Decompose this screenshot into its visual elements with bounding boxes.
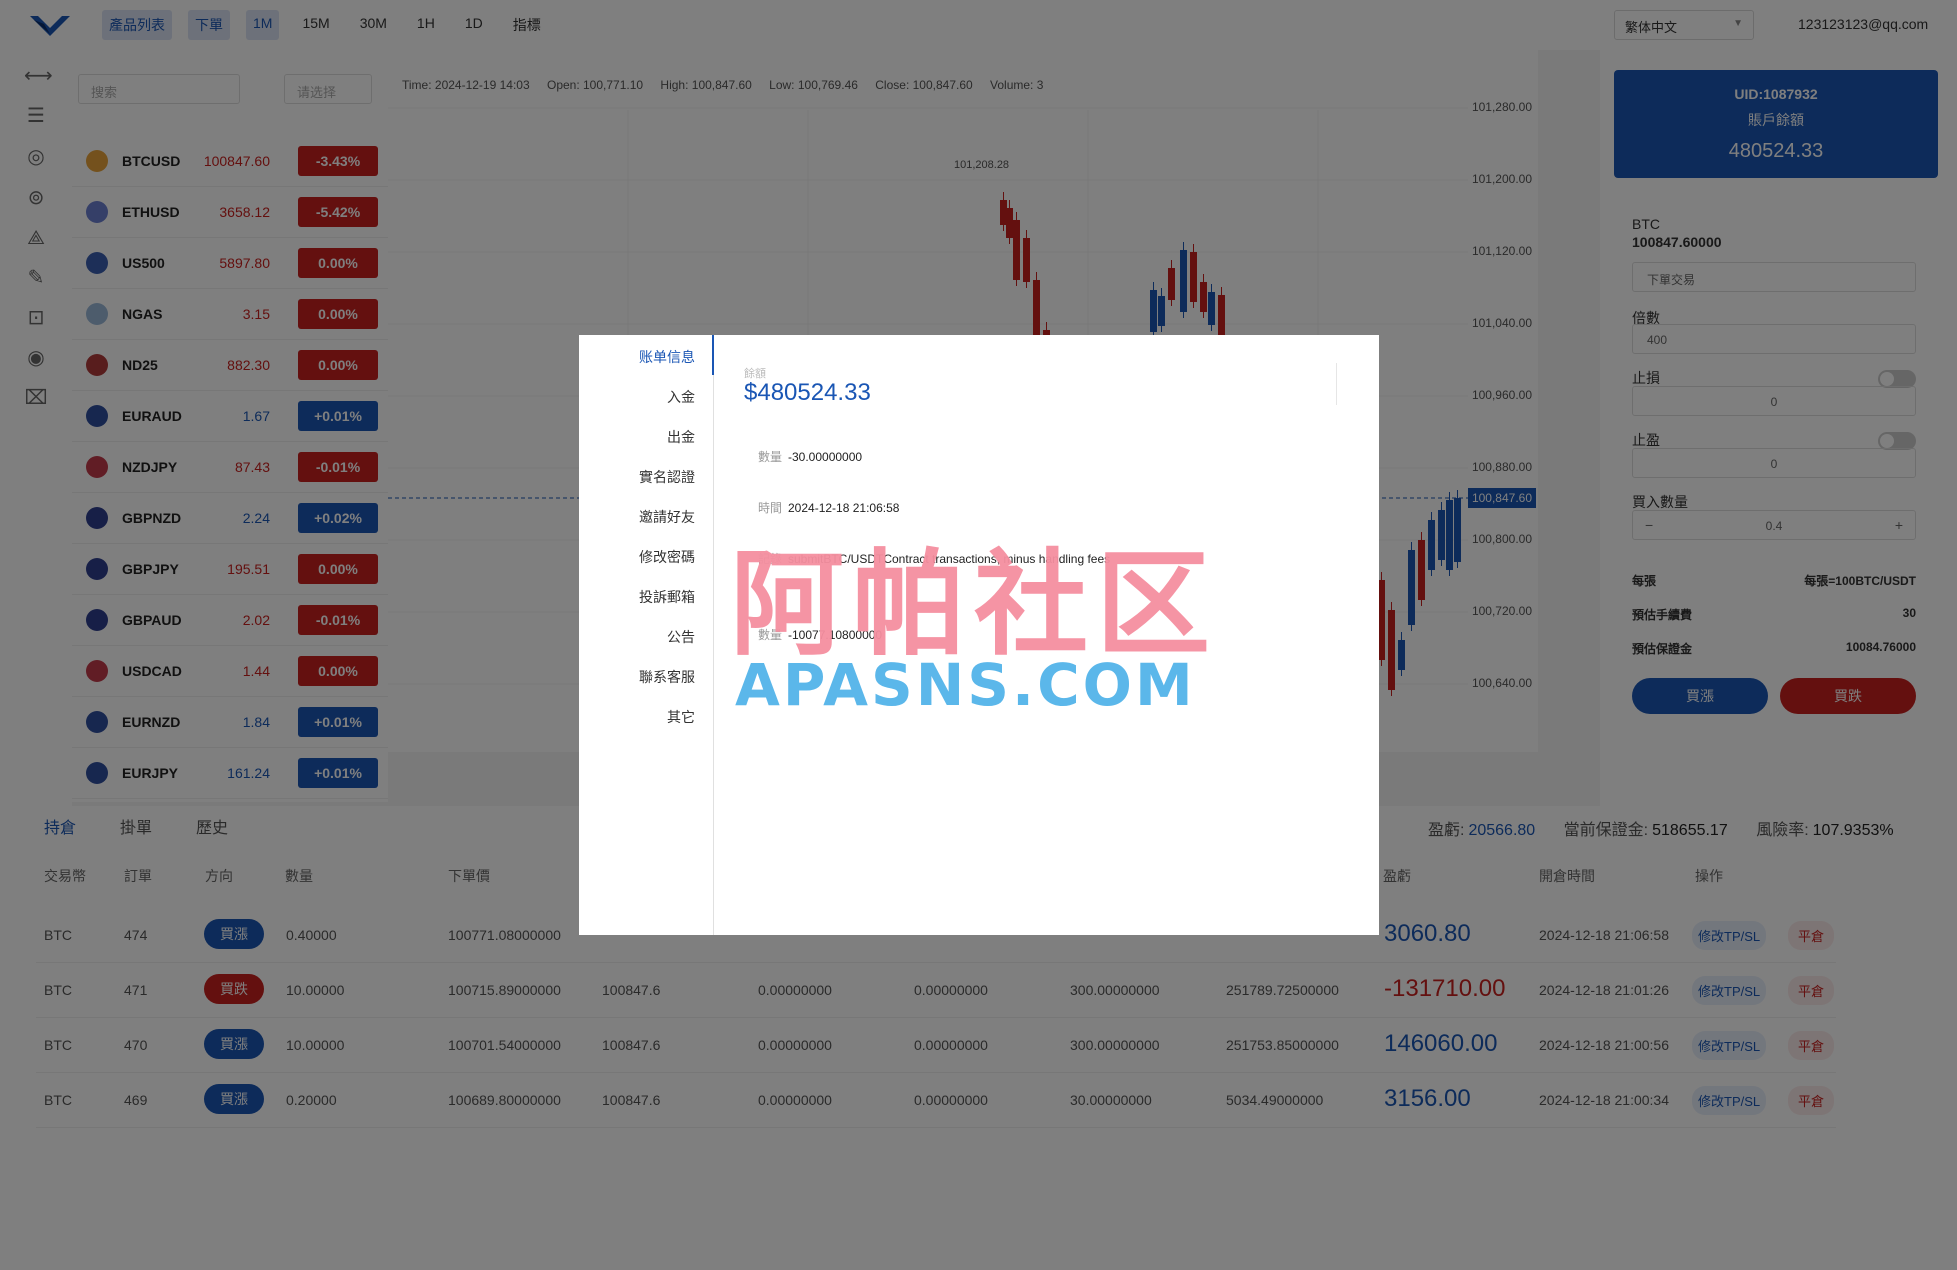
watermark-en: APASNS.COM	[735, 651, 1196, 719]
modal-menu-item[interactable]: 出金	[667, 427, 695, 447]
modal-balance-value: $480524.33	[744, 379, 871, 406]
record-time: 時間 2024-12-18 21:06:58	[758, 501, 900, 515]
modal-menu: 账单信息入金出金實名認證邀請好友修改密碼投訴郵箱公告聯系客服其它	[579, 335, 714, 935]
watermark-cn: 阿帕社区	[730, 538, 1219, 671]
modal-menu-item[interactable]: 其它	[667, 707, 695, 727]
modal-menu-item[interactable]: 账单信息	[639, 347, 695, 367]
modal-menu-item[interactable]: 邀請好友	[639, 507, 695, 527]
modal-menu-item[interactable]: 聯系客服	[639, 667, 695, 687]
modal-menu-item[interactable]: 公告	[667, 627, 695, 647]
modal-menu-item[interactable]: 實名認證	[639, 467, 695, 487]
record-amount: 數量 -30.00000000	[758, 450, 863, 464]
modal-menu-item[interactable]: 修改密碼	[639, 547, 695, 567]
modal-menu-item[interactable]: 入金	[667, 387, 695, 407]
divider	[1336, 363, 1337, 405]
modal-menu-item[interactable]: 投訴郵箱	[639, 587, 695, 607]
